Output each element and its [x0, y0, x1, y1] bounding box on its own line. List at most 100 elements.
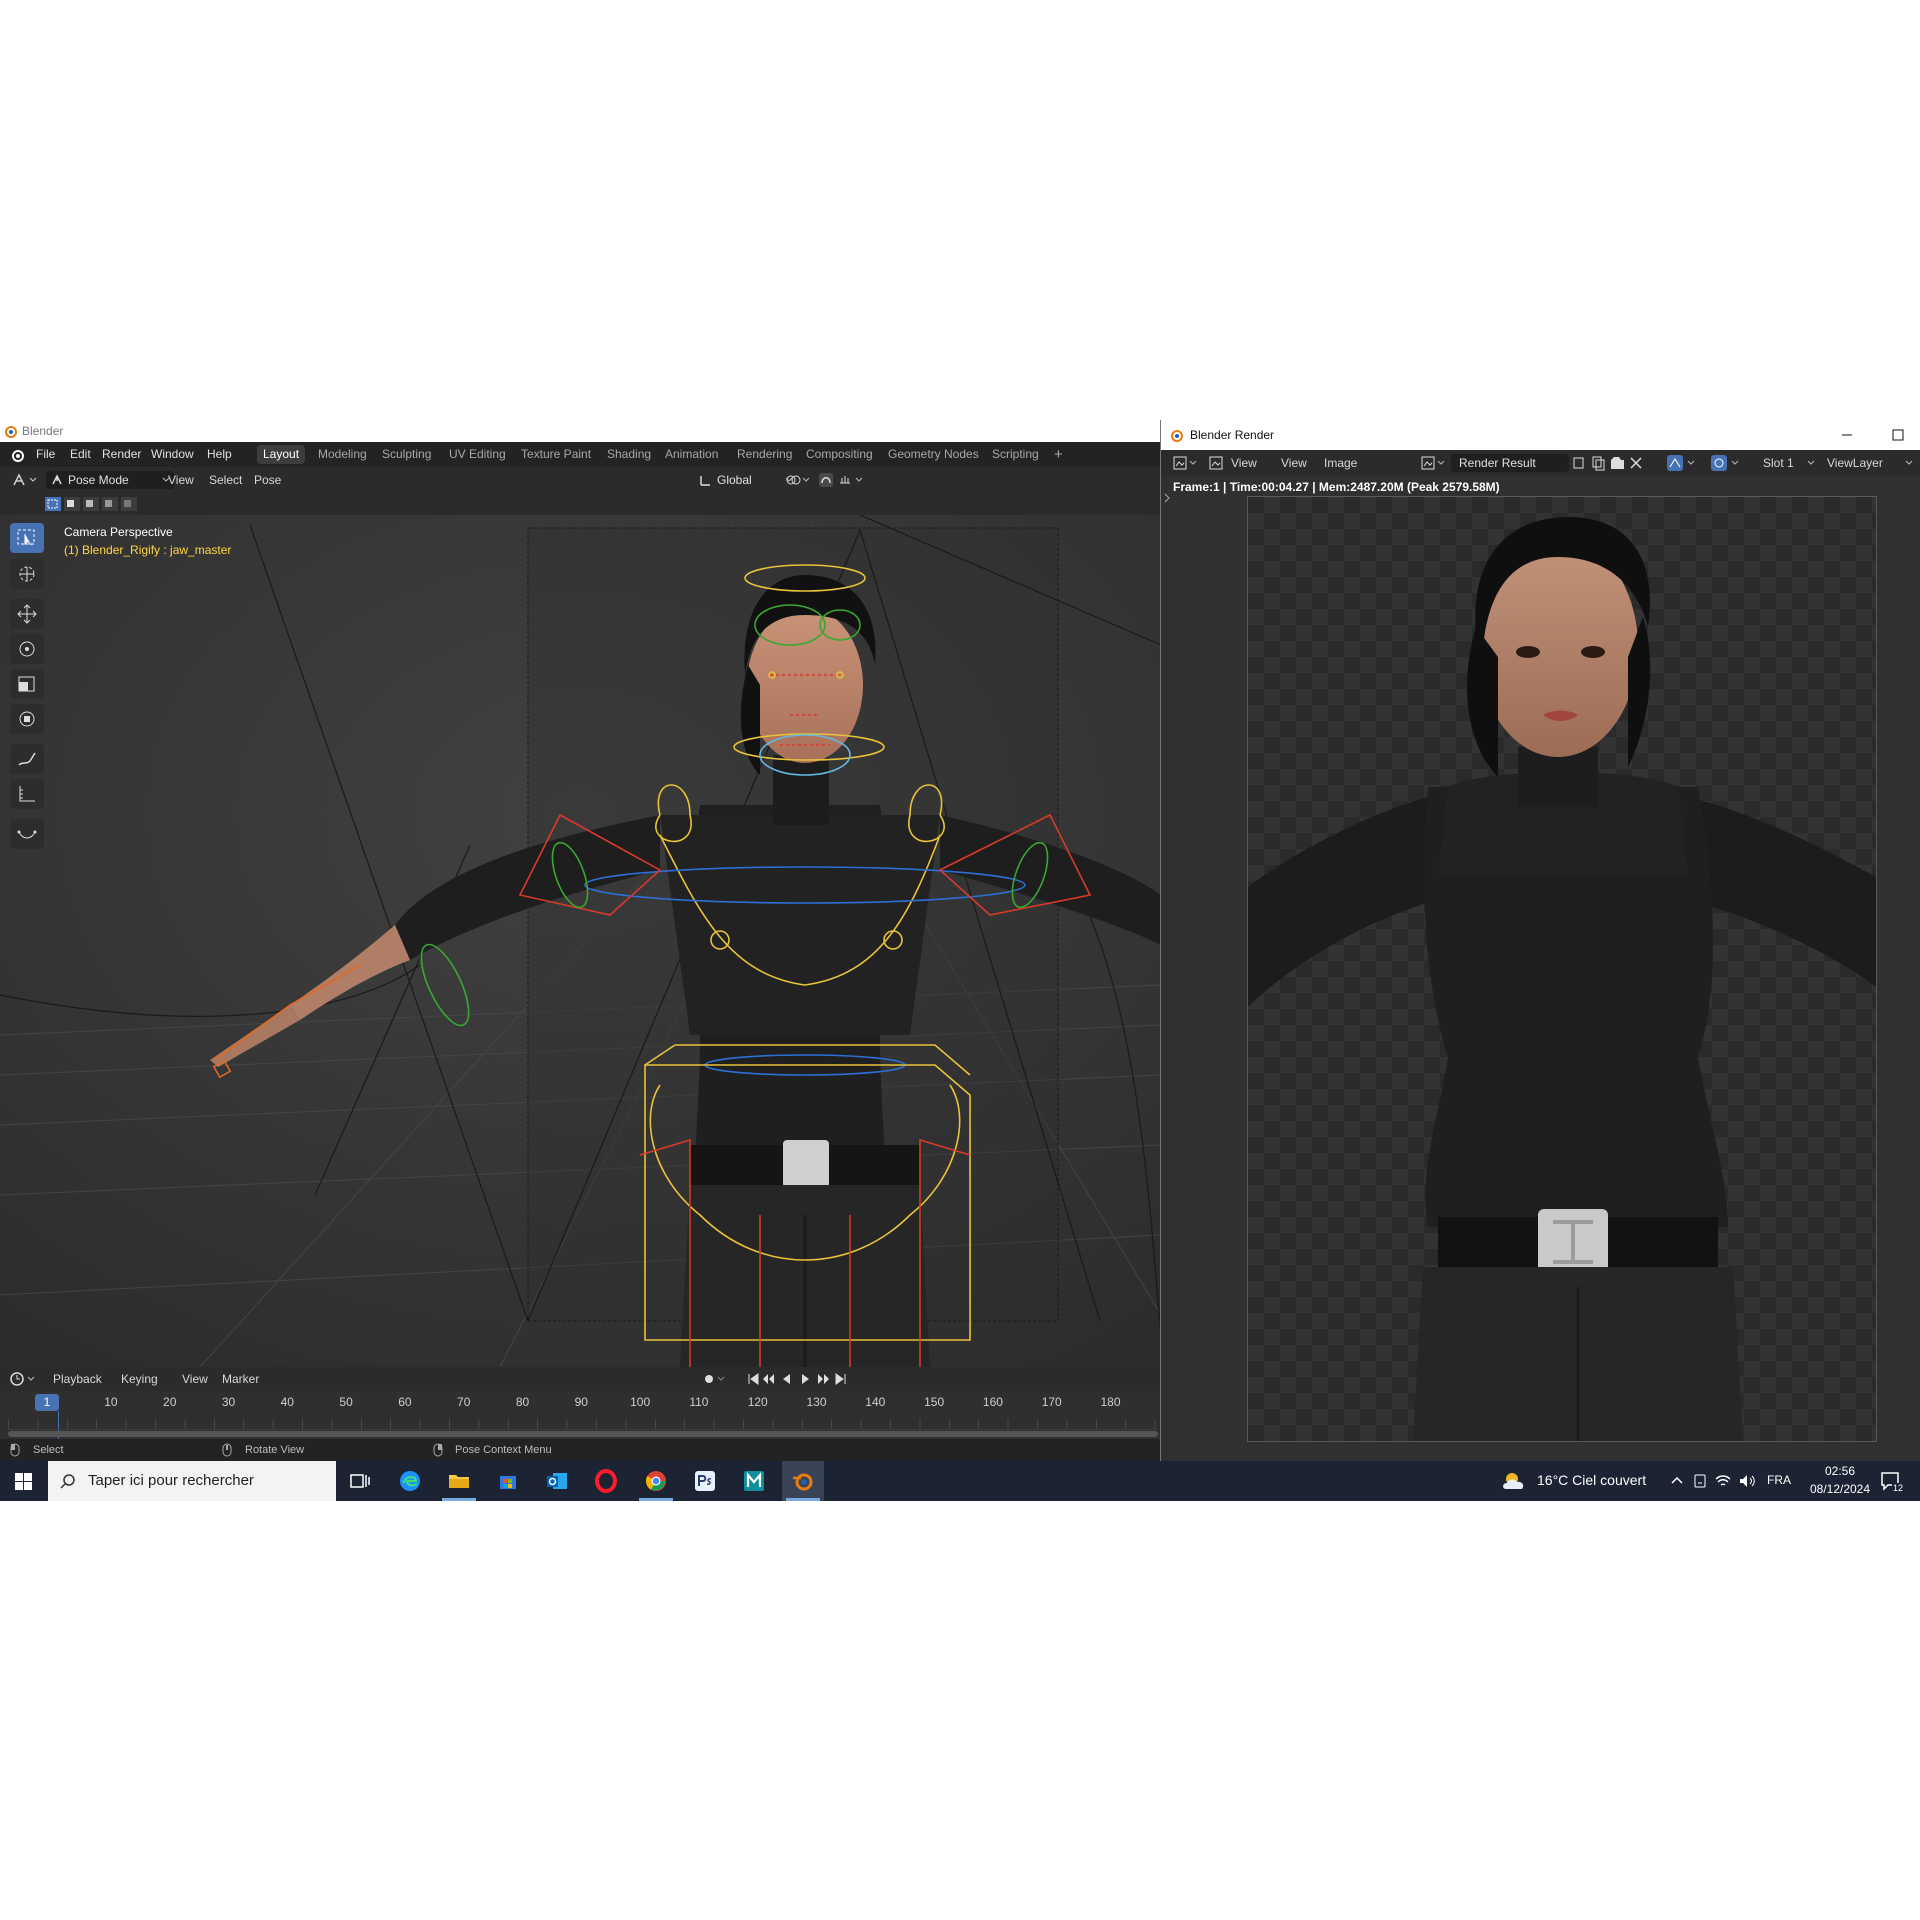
- header-view-menu[interactable]: View: [168, 467, 194, 493]
- outlook-icon[interactable]: [545, 1469, 569, 1493]
- measure-tool[interactable]: [10, 779, 44, 809]
- menu-help[interactable]: Help: [207, 442, 232, 467]
- timeline-frame-label: 180: [1100, 1395, 1121, 1409]
- tab-compositing[interactable]: Compositing: [800, 445, 879, 464]
- image-actions-icons[interactable]: [1571, 455, 1647, 471]
- viewport-active-object: (1) Blender_Rigify : jaw_master: [64, 543, 232, 557]
- weather-cloud-icon[interactable]: [1500, 1469, 1530, 1493]
- bone-envelope-icon: [17, 830, 37, 839]
- header-pose-menu[interactable]: Pose: [254, 467, 281, 493]
- timeline-keying-menu[interactable]: Keying: [121, 1367, 158, 1391]
- chevron-up-icon[interactable]: [1670, 1474, 1684, 1488]
- pivot-point-icon[interactable]: [785, 473, 811, 487]
- language-indicator[interactable]: FRA: [1767, 1473, 1791, 1487]
- timeline-editor-icon[interactable]: [10, 1372, 38, 1386]
- render-image-menu[interactable]: Image: [1324, 450, 1357, 476]
- wifi-icon[interactable]: [1714, 1473, 1732, 1489]
- timeline-frame-label: 80: [515, 1395, 530, 1409]
- mode-dropdown[interactable]: Pose Mode: [46, 471, 174, 489]
- search-placeholder: Taper ici pour rechercher: [88, 1472, 254, 1489]
- 3d-viewport[interactable]: Camera Perspective (1) Blender_Rigify : …: [0, 515, 1161, 1367]
- tool-shelf: [8, 523, 46, 849]
- tab-scripting[interactable]: Scripting: [986, 445, 1045, 464]
- chevron-down-icon: [1807, 460, 1815, 465]
- mode-label: Pose Mode: [68, 473, 129, 487]
- bone-envelope-tool[interactable]: [10, 819, 44, 849]
- annotate-tool[interactable]: [10, 744, 44, 774]
- tab-layout[interactable]: Layout: [257, 445, 306, 464]
- maya-icon[interactable]: [742, 1469, 766, 1493]
- volume-icon[interactable]: [1738, 1473, 1756, 1489]
- tab-uv-editing[interactable]: UV Editing: [443, 445, 512, 464]
- tab-texture-paint[interactable]: Texture Paint: [515, 445, 597, 464]
- menu-edit[interactable]: Edit: [70, 442, 91, 467]
- windows-start-icon[interactable]: [15, 1473, 32, 1490]
- move-tool[interactable]: [10, 599, 44, 629]
- select-box-tool[interactable]: [10, 523, 44, 553]
- menu-window[interactable]: Window: [151, 442, 194, 467]
- menu-file[interactable]: File: [36, 442, 55, 467]
- editor-type-icon[interactable]: [12, 473, 38, 487]
- taskbar-search-box[interactable]: Taper ici pour rechercher: [48, 1461, 336, 1501]
- timeline-frame-label: 150: [924, 1395, 945, 1409]
- overlays-icon[interactable]: [1711, 455, 1741, 471]
- chrome-icon[interactable]: [644, 1469, 668, 1493]
- tab-sculpting[interactable]: Sculpting: [376, 445, 437, 464]
- task-view-icon[interactable]: [348, 1469, 372, 1493]
- select-mode-icons[interactable]: [44, 496, 140, 512]
- tab-modeling[interactable]: Modeling: [312, 445, 373, 464]
- weather-text[interactable]: 16°C Ciel couvert: [1537, 1472, 1646, 1488]
- photoshop-icon[interactable]: [693, 1469, 717, 1493]
- render-window: Blender Render View View Image Render Re…: [1160, 420, 1920, 1461]
- timeline-area[interactable]: 10 20 30 40 50 60 70 80 90 100 110 120 130 140 150 160 1…: [0, 1391, 1161, 1439]
- maximize-icon[interactable]: [1892, 429, 1904, 441]
- microsoft-store-icon[interactable]: [496, 1469, 520, 1493]
- rotate-tool[interactable]: [10, 634, 44, 664]
- render-view-menu[interactable]: View: [1281, 450, 1307, 476]
- header-select-menu[interactable]: Select: [209, 467, 242, 493]
- snap-target-icon[interactable]: [838, 473, 866, 487]
- tab-geometry-nodes[interactable]: Geometry Nodes: [882, 445, 985, 464]
- snap-icon[interactable]: [818, 472, 834, 488]
- minimize-icon[interactable]: [1841, 429, 1853, 441]
- orientation-dropdown[interactable]: Global: [695, 471, 797, 489]
- render-view-mode-dropdown[interactable]: View: [1231, 450, 1257, 476]
- blender-logo-icon: [5, 426, 17, 438]
- timeline-playback-menu[interactable]: Playback: [53, 1367, 102, 1391]
- timeline-frame-label: 10: [104, 1395, 118, 1409]
- tab-animation[interactable]: Animation: [659, 445, 724, 464]
- image-editor-type-icon[interactable]: [1173, 456, 1199, 470]
- view-layer-dropdown[interactable]: ViewLayer: [1827, 450, 1883, 476]
- tab-shading[interactable]: Shading: [601, 445, 657, 464]
- taskbar: Taper ici pour rechercher 16°C Ciel couv…: [0, 1461, 1920, 1501]
- current-frame-indicator[interactable]: 1: [35, 1394, 59, 1411]
- display-channels-icon[interactable]: [1667, 455, 1697, 471]
- add-workspace-button[interactable]: +: [1048, 445, 1069, 464]
- menu-render[interactable]: Render: [102, 442, 141, 467]
- clock-time[interactable]: 02:56: [1815, 1464, 1865, 1478]
- image-name-field[interactable]: Render Result: [1451, 454, 1569, 472]
- timeline-view-menu[interactable]: View: [182, 1367, 208, 1391]
- device-icon[interactable]: [1692, 1473, 1708, 1489]
- file-explorer-icon[interactable]: [447, 1469, 471, 1493]
- clock-date[interactable]: 08/12/2024: [1800, 1482, 1880, 1496]
- tab-rendering[interactable]: Rendering: [731, 445, 798, 464]
- blender-taskbar-icon[interactable]: [791, 1469, 815, 1493]
- record-icon[interactable]: [700, 1371, 726, 1387]
- render-result-canvas[interactable]: [1247, 496, 1877, 1442]
- blender-menu-icon[interactable]: [10, 448, 24, 462]
- scale-tool[interactable]: [10, 669, 44, 699]
- edge-icon[interactable]: [398, 1469, 422, 1493]
- view-mode-icon[interactable]: [1209, 456, 1223, 470]
- transform-tool[interactable]: [10, 704, 44, 734]
- timeline-frame-label: 40: [280, 1395, 294, 1409]
- timeline-frame-label: 140: [865, 1395, 886, 1409]
- opera-icon[interactable]: [594, 1469, 618, 1493]
- timeline-marker-menu[interactable]: Marker: [222, 1367, 259, 1391]
- sidebar-toggle-icon[interactable]: [1163, 492, 1171, 504]
- cursor-tool[interactable]: [10, 559, 44, 589]
- browse-image-icon[interactable]: [1421, 456, 1447, 470]
- timeline-scrollbar[interactable]: [8, 1431, 1158, 1437]
- playback-controls[interactable]: [746, 1371, 866, 1387]
- render-slot-dropdown[interactable]: Slot 1: [1763, 450, 1794, 476]
